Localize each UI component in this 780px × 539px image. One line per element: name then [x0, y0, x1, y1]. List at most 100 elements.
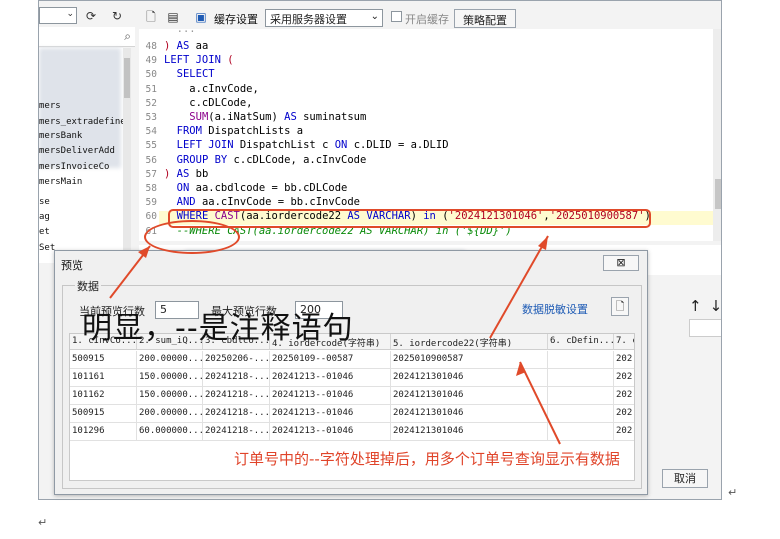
grid-column-header[interactable]: 6. cDefin... [548, 334, 614, 350]
code-line[interactable]: AND aa.cInvCode = bb.cInvCode [164, 196, 360, 208]
code-line[interactable]: ON aa.cbdlcode = bb.cDLCode [164, 182, 348, 194]
tree-scrollbar[interactable] [123, 48, 131, 263]
enable-cache-label: 开启缓存 [405, 13, 449, 26]
grid-cell[interactable]: 2024121301046 [391, 405, 548, 423]
tree-item[interactable]: mers_extradefine [39, 117, 126, 127]
grid-cell[interactable]: 20241218-... [203, 369, 270, 387]
code-token: FROM [176, 125, 202, 138]
code-line[interactable]: ) AS bb [164, 168, 208, 180]
grid-cell[interactable]: 101162 [70, 387, 137, 405]
arrow-down-icon[interactable]: ↓ [710, 297, 721, 315]
code-line[interactable]: ) AS aa [164, 40, 208, 52]
grid-cell[interactable]: 20241213--01046 [270, 423, 391, 441]
line-number: 49 [145, 55, 157, 67]
code-line[interactable]: a.cInvCode, [164, 83, 259, 95]
grid-cell[interactable]: 200.00000... [137, 405, 203, 423]
grid-cell[interactable]: 20250206-... [203, 351, 270, 369]
chevron-down-icon: ⌄ [370, 11, 379, 22]
code-line[interactable]: FROM DispatchLists a [164, 125, 303, 137]
code-line[interactable]: SUM(a.iNatSum) AS suminatsum [164, 111, 366, 123]
tree-item[interactable]: mersMain [39, 177, 82, 187]
close-button[interactable]: ⊠ [603, 255, 639, 271]
code-token: SUM [189, 111, 209, 123]
document-icon[interactable]: 🗋 [143, 9, 159, 25]
grid-cell[interactable]: 20241218-... [203, 423, 270, 441]
grid-column-header[interactable]: 7. c [614, 334, 634, 350]
tree-item[interactable]: mersBank [39, 131, 82, 141]
arrow-up-icon[interactable]: ↑ [689, 297, 702, 315]
code-line[interactable]: GROUP BY c.cDLCode, a.cInvCode [164, 153, 367, 166]
grid-cell[interactable] [548, 351, 614, 369]
grid-cell[interactable]: 20241213--01046 [270, 405, 391, 423]
scroll-thumb[interactable] [124, 58, 130, 98]
code-token: DispatchLists a [201, 125, 304, 138]
code-token: ) [164, 167, 177, 180]
grid-cell[interactable]: 202 [614, 405, 634, 423]
grid-cell[interactable]: 2024121301046 [391, 423, 548, 441]
save-icon[interactable]: ▤ [165, 9, 181, 25]
grid-cell[interactable] [548, 423, 614, 441]
editor-scrollbar[interactable] [713, 29, 721, 241]
grid-cell[interactable]: 500915 [70, 405, 137, 423]
tree-item[interactable]: et [39, 227, 50, 237]
grid-cell[interactable] [548, 405, 614, 423]
code-line[interactable]: c.cDLCode, [164, 97, 252, 109]
reload-icon[interactable]: ↻ [109, 8, 125, 24]
grid-cell[interactable]: 202 [614, 369, 634, 387]
export-icon[interactable]: 🗋 [611, 297, 629, 316]
cache-icon[interactable]: ▣ [193, 9, 209, 25]
cache-mode-select[interactable]: 采用服务器设置 ⌄ [265, 9, 383, 27]
code-token: bb [189, 167, 209, 180]
tree-item[interactable]: se [39, 197, 50, 207]
tree-item[interactable]: Set [39, 243, 55, 253]
code-line[interactable]: LEFT JOIN DispatchList c ON c.DLID = a.D… [164, 139, 449, 151]
grid-cell[interactable]: 2025010900587 [391, 351, 548, 369]
tree-item[interactable]: mersDeliverAdd [39, 146, 115, 156]
tree-item[interactable]: mersInvoiceCo [39, 162, 109, 172]
grid-cell[interactable]: 20250109--00587 [270, 351, 391, 369]
grid-cell[interactable] [548, 387, 614, 405]
grid-cell[interactable]: 202 [614, 387, 634, 405]
tree-item[interactable]: ag [39, 212, 50, 222]
tree-search-box[interactable]: ⌕ [39, 27, 135, 47]
grid-cell[interactable]: 202 [614, 351, 634, 369]
highlight-box [168, 209, 651, 228]
code-line[interactable]: SELECT [164, 68, 215, 80]
grid-cell[interactable]: 2024121301046 [391, 369, 548, 387]
grid-cell[interactable]: 60.000000... [137, 423, 203, 441]
left-filter-combo[interactable]: ⌄ [39, 7, 77, 24]
grid-cell[interactable]: 150.00000... [137, 387, 203, 405]
grid-cell[interactable]: 500915 [70, 351, 137, 369]
grid-column-header[interactable]: 5. iordercode22(字符串) [391, 334, 548, 350]
grid-cell[interactable]: 150.00000... [137, 369, 203, 387]
code-token: ( [227, 54, 234, 67]
cancel-button[interactable]: 取消 [662, 469, 708, 488]
code-token: GROUP BY [176, 153, 228, 166]
grid-cell[interactable]: 20241213--01046 [270, 387, 391, 405]
grid-cell[interactable]: 2024121301046 [391, 387, 548, 405]
grid-cell[interactable]: 200.00000... [137, 351, 203, 369]
right-side-field[interactable] [689, 319, 721, 337]
group-title: 数据 [75, 278, 101, 294]
code-token: aa.cbdlcode = bb.cDLCode [189, 182, 348, 194]
grid-cell[interactable]: 20241218-... [203, 405, 270, 423]
enable-cache-checkbox[interactable] [391, 11, 402, 22]
desensitize-settings-link[interactable]: 数据脱敏设置 [522, 301, 588, 317]
grid-cell[interactable]: 101161 [70, 369, 137, 387]
grid-cell[interactable]: 20241218-... [203, 387, 270, 405]
grid-cell[interactable]: 202 [614, 423, 634, 441]
editor-toolbar: 🗋 ▤ ▣ 缓存设置 采用服务器设置 ⌄ 开启缓存 策略配置 [139, 6, 721, 28]
tree-item[interactable]: mers [39, 101, 61, 111]
scroll-thumb[interactable] [715, 179, 721, 209]
refresh-filter-icon[interactable]: ⟳ [83, 8, 99, 24]
grid-cell[interactable] [548, 369, 614, 387]
grid-cell[interactable]: 20241213--01046 [270, 369, 391, 387]
code-token: aa.cInvCode = bb.cInvCode [195, 196, 360, 209]
highlight-ellipse [144, 220, 240, 254]
strategy-config-button[interactable]: 策略配置 [454, 9, 516, 28]
code-token: AS [176, 167, 190, 180]
grid-cell[interactable]: 101296 [70, 423, 137, 441]
code-line[interactable]: LEFT JOIN ( [164, 54, 234, 66]
